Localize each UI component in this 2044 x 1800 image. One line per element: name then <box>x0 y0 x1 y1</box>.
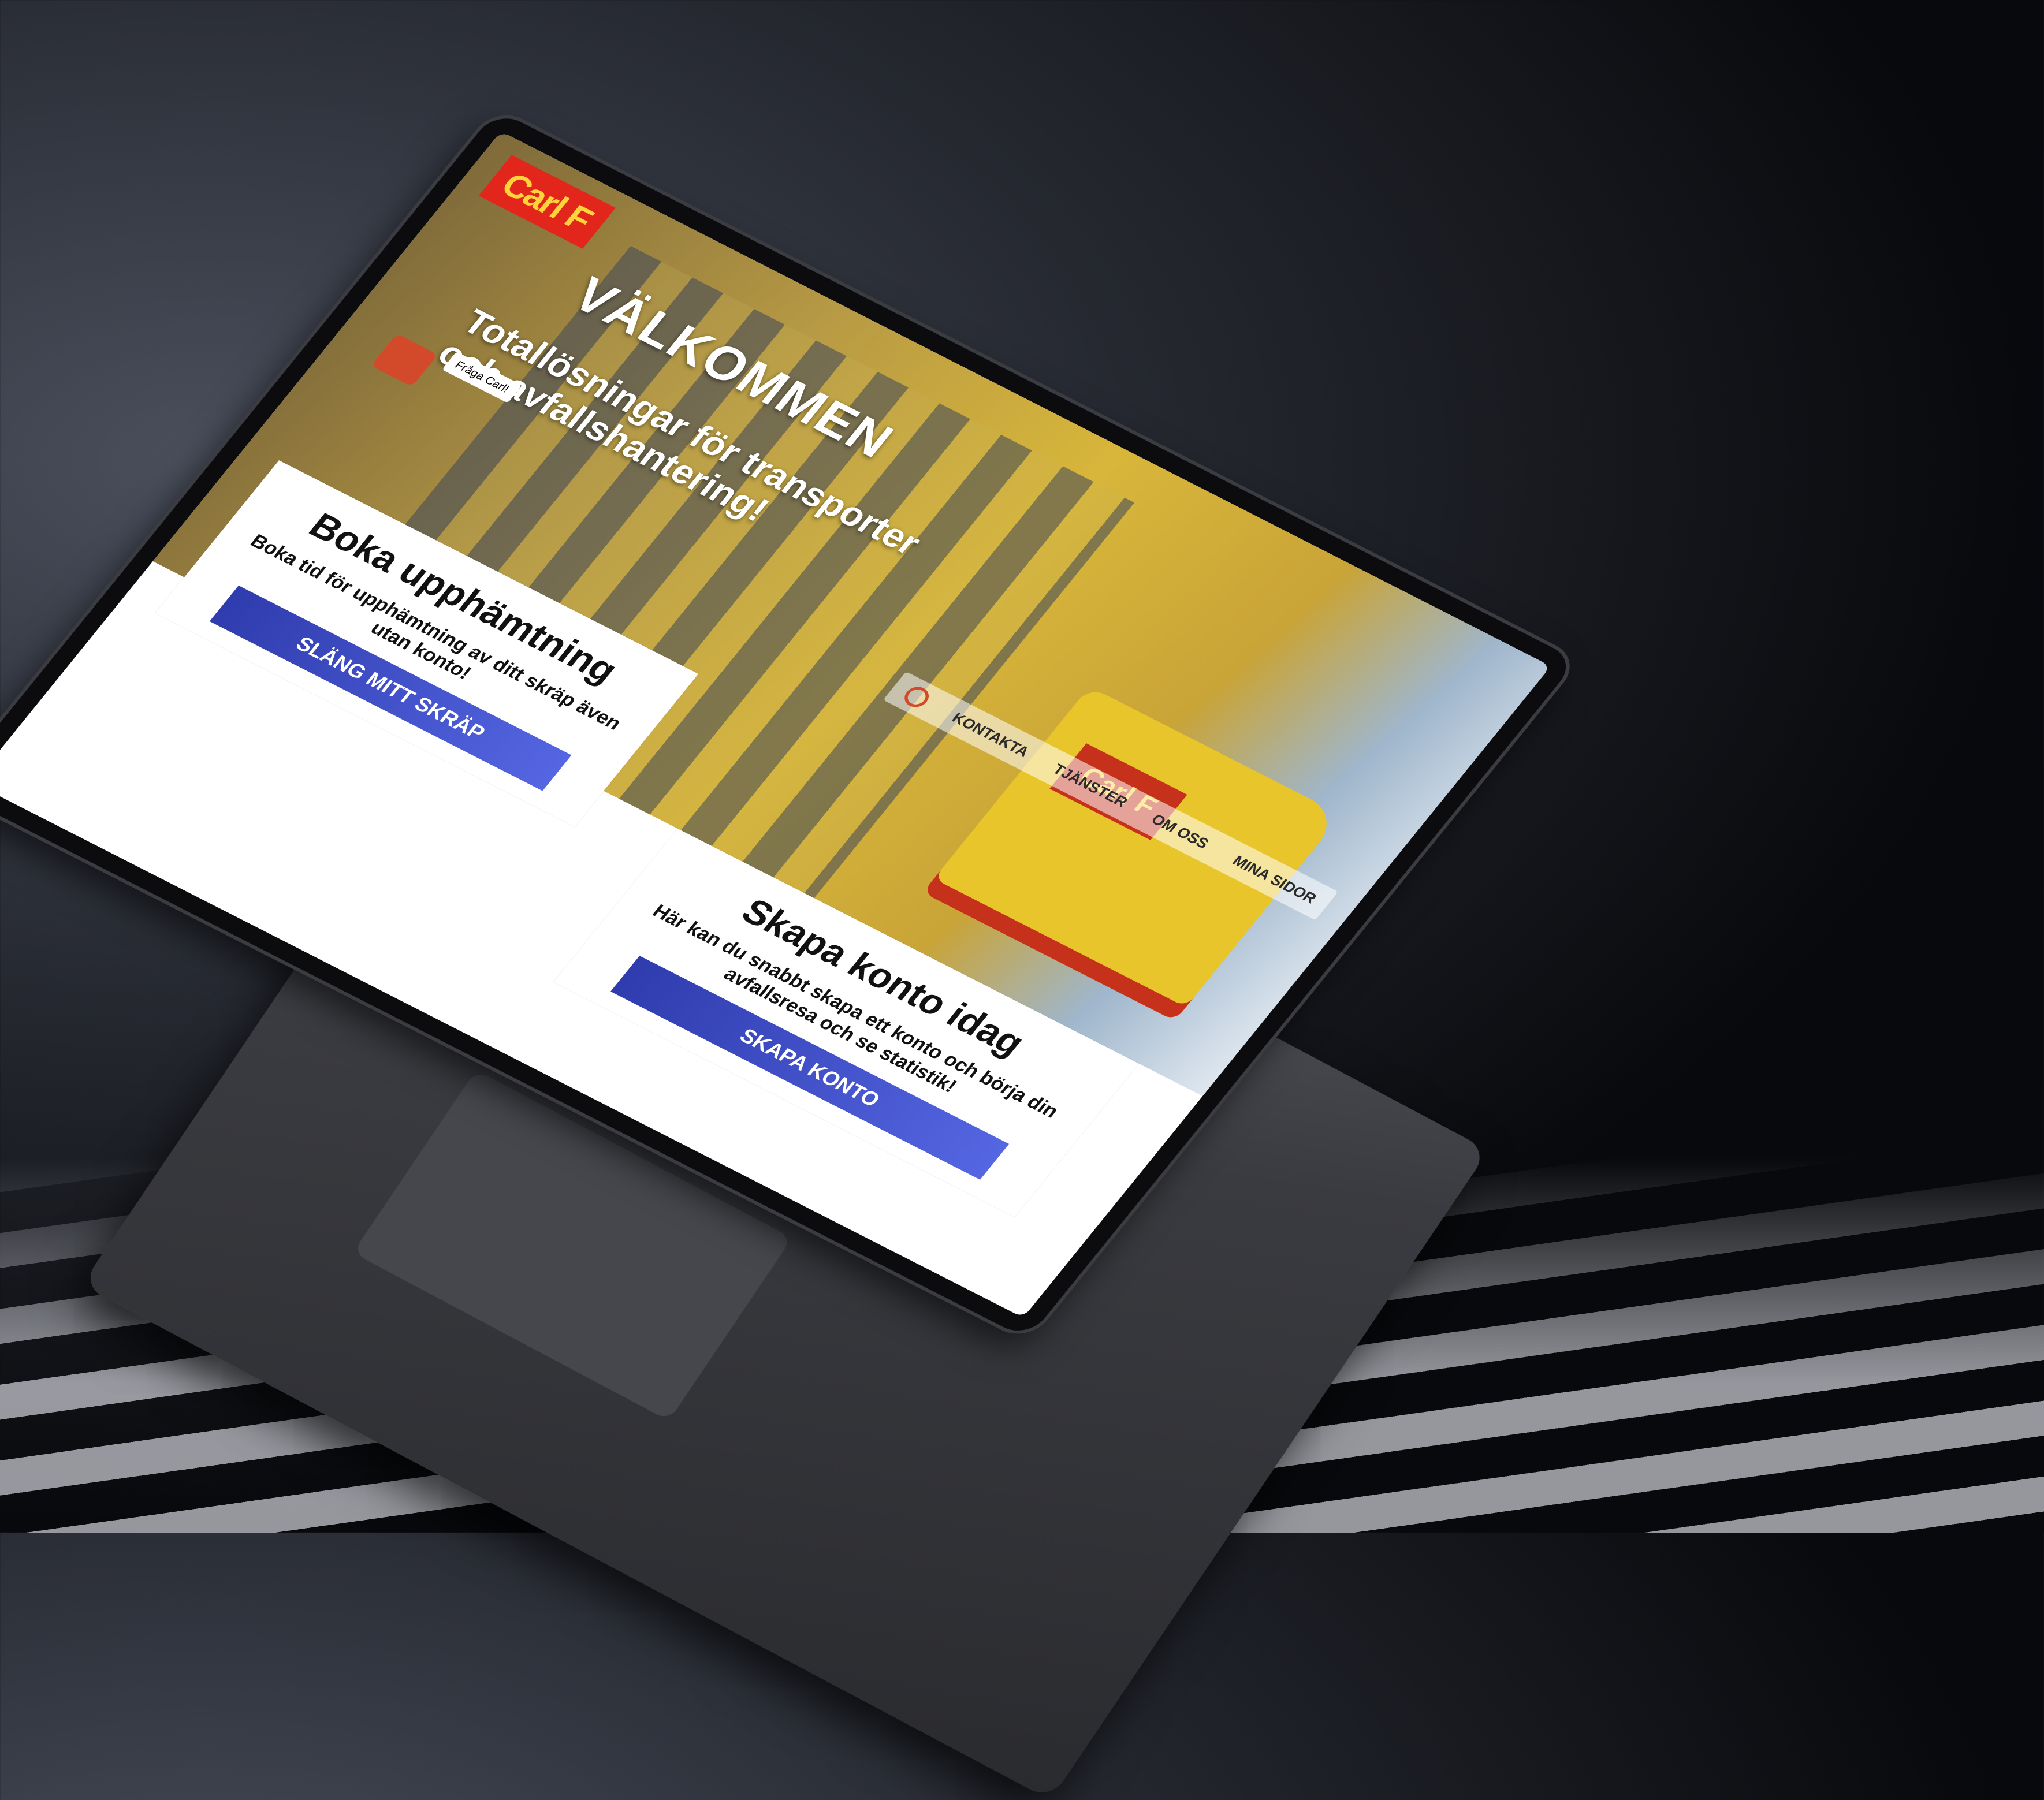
search-icon[interactable] <box>899 683 933 711</box>
nav-item-kontakta[interactable]: KONTAKTA <box>948 709 1033 761</box>
chatbot-icon[interactable] <box>370 333 438 387</box>
